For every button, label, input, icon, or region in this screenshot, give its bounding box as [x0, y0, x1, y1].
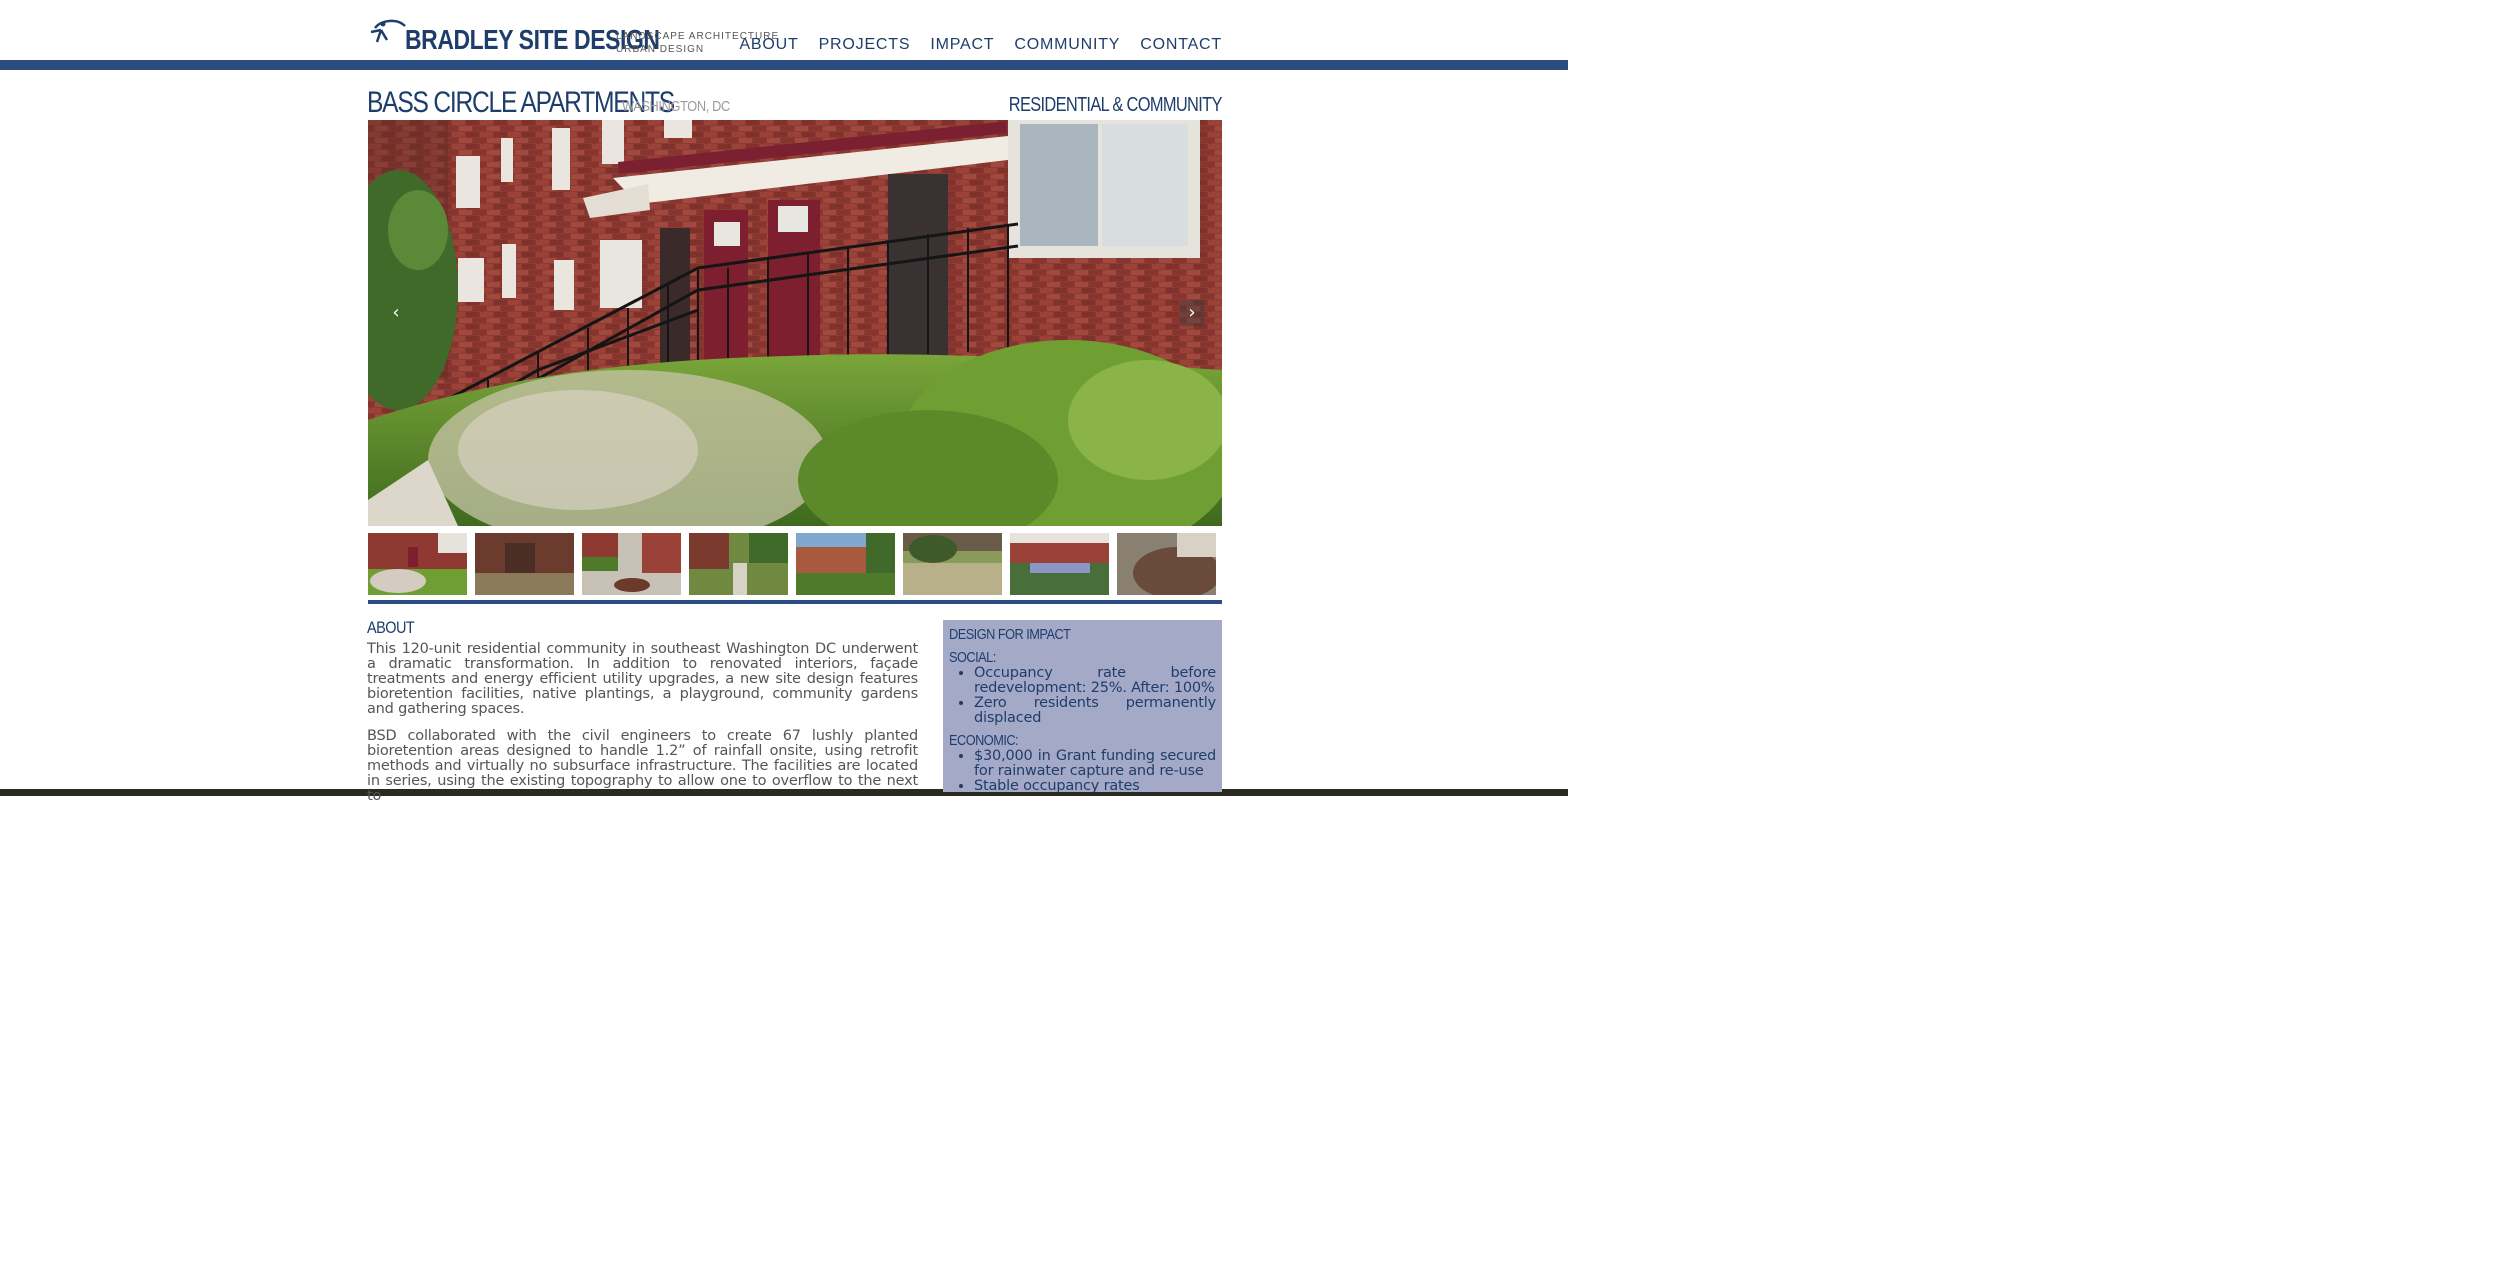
nav-projects[interactable]: PROJECTS — [819, 36, 911, 54]
chevron-left-icon: ‹ — [392, 302, 400, 323]
about-paragraph-2: BSD collaborated with the civil engineer… — [367, 728, 918, 804]
impact-panel: DESIGN FOR IMPACT SOCIAL: Occupancy rate… — [943, 620, 1222, 792]
social-heading: SOCIAL: — [949, 649, 996, 666]
economic-item: $30,000 in Grant funding secured for rai… — [974, 749, 1216, 779]
nav-community[interactable]: COMMUNITY — [1014, 36, 1120, 54]
thumbnail-8[interactable] — [1117, 533, 1216, 595]
thumbnail-6[interactable] — [903, 533, 1002, 595]
thumbnail-4[interactable] — [689, 533, 788, 595]
thumbnail-5[interactable] — [796, 533, 895, 595]
about-heading: ABOUT — [367, 618, 415, 637]
social-list: Occupancy rate before redevelopment: 25%… — [949, 666, 1216, 726]
thumbnail-strip — [368, 533, 1222, 595]
site-header: BRADLEY SITE DESIGN LANDSCAPE ARCHITECTU… — [0, 0, 1568, 70]
thumbnail-2[interactable] — [475, 533, 574, 595]
impact-heading: DESIGN FOR IMPACT — [949, 626, 1071, 643]
project-location: WASHINGTON, DC — [622, 98, 730, 115]
nav-contact[interactable]: CONTACT — [1140, 36, 1222, 54]
thumbnail-3[interactable] — [582, 533, 681, 595]
thumbnail-1[interactable] — [368, 533, 467, 595]
social-item: Occupancy rate before redevelopment: 25%… — [974, 666, 1216, 696]
slider-prev-button[interactable]: ‹ — [384, 300, 408, 326]
brand-name: BRADLEY SITE DESIGN — [405, 24, 660, 55]
header-bar — [0, 60, 1568, 70]
thumbnail-divider — [368, 600, 1222, 604]
thumbnail-7[interactable] — [1010, 533, 1109, 595]
slider-next-button[interactable]: › — [1180, 300, 1204, 326]
nav-impact[interactable]: IMPACT — [930, 36, 994, 54]
about-section: ABOUT This 120-unit residential communit… — [367, 618, 918, 816]
economic-item: Stable occupancy rates — [974, 779, 1216, 793]
main-nav: ABOUT PROJECTS IMPACT COMMUNITY CONTACT — [739, 36, 1222, 54]
hero-image — [368, 120, 1222, 526]
economic-list: $30,000 in Grant funding secured for rai… — [949, 749, 1216, 793]
project-category[interactable]: RESIDENTIAL & COMMUNITY — [1009, 94, 1223, 117]
hero-photo — [368, 120, 1222, 526]
project-title-row: BASS CIRCLE APARTMENTS WASHINGTON, DC RE… — [367, 86, 1223, 119]
logo-mark-icon — [370, 19, 406, 43]
chevron-right-icon: › — [1188, 302, 1196, 323]
social-item: Zero residents permanently displaced — [974, 696, 1216, 726]
site-logo[interactable]: BRADLEY SITE DESIGN LANDSCAPE ARCHITECTU… — [367, 18, 778, 58]
nav-about[interactable]: ABOUT — [739, 36, 798, 54]
economic-heading: ECONOMIC: — [949, 732, 1019, 749]
about-paragraph-1: This 120-unit residential community in s… — [367, 641, 918, 717]
